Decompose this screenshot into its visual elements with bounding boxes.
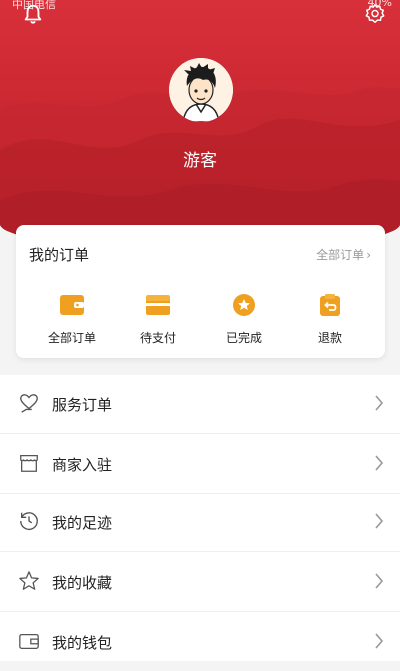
bell-icon[interactable] bbox=[22, 2, 44, 26]
refund-icon bbox=[320, 294, 340, 316]
order-pending-button[interactable]: 待支付 bbox=[118, 293, 198, 346]
chevron-right-icon bbox=[375, 633, 384, 649]
pending-payment-icon bbox=[146, 295, 170, 315]
history-clock-icon bbox=[20, 512, 38, 531]
menu-label: 我的收藏 bbox=[52, 574, 113, 592]
menu-label: 我的钱包 bbox=[52, 634, 113, 652]
chevron-right-icon bbox=[375, 395, 384, 411]
menu-item-favorites[interactable]: 我的收藏 bbox=[0, 553, 400, 612]
mountain-background bbox=[0, 87, 400, 250]
all-orders-link-label: 全部订单 bbox=[316, 248, 365, 262]
order-completed-button[interactable]: 已完成 bbox=[204, 293, 284, 346]
status-bar: 中国电信 40% bbox=[0, 0, 400, 16]
profile-header: 中国电信 40% 游客 bbox=[0, 0, 400, 250]
chevron-right-icon: › bbox=[366, 248, 371, 262]
settings-gear-icon[interactable] bbox=[364, 2, 386, 26]
menu-item-service-orders[interactable]: 服务订单 bbox=[0, 375, 400, 434]
chevron-right-icon bbox=[375, 455, 384, 471]
avatar-illustration bbox=[169, 58, 233, 122]
chevron-right-icon bbox=[375, 573, 384, 589]
user-name: 游客 bbox=[183, 151, 217, 171]
menu-item-merchant-join[interactable]: 商家入驻 bbox=[0, 435, 400, 494]
order-all-label: 全部订单 bbox=[47, 331, 96, 345]
star-icon bbox=[19, 571, 39, 590]
menu-item-wallet[interactable]: 我的钱包 bbox=[0, 613, 400, 671]
completed-icon bbox=[233, 294, 255, 316]
all-orders-link[interactable]: 全部订单 › bbox=[316, 246, 371, 263]
menu-list: 服务订单 商家入驻 我的足迹 我的收藏 我的钱包 bbox=[0, 375, 400, 661]
order-refund-label: 退款 bbox=[317, 331, 342, 345]
order-refund-button[interactable]: 退款 bbox=[290, 293, 370, 346]
order-all-button[interactable]: 全部订单 bbox=[32, 293, 112, 346]
menu-label: 商家入驻 bbox=[52, 456, 113, 474]
orders-card: 我的订单 全部订单 › 全部订单 待支付 已完成 退款 bbox=[16, 225, 385, 358]
service-heart-icon bbox=[20, 394, 38, 413]
menu-label: 服务订单 bbox=[52, 396, 113, 414]
menu-label: 我的足迹 bbox=[52, 514, 113, 532]
wallet-icon bbox=[60, 295, 84, 315]
order-completed-label: 已完成 bbox=[225, 331, 262, 345]
avatar[interactable] bbox=[169, 58, 233, 122]
store-icon bbox=[20, 455, 38, 472]
order-pending-label: 待支付 bbox=[139, 331, 176, 345]
orders-title: 我的订单 bbox=[29, 246, 90, 264]
chevron-right-icon bbox=[375, 513, 384, 529]
menu-item-footprints[interactable]: 我的足迹 bbox=[0, 493, 400, 552]
wallet-outline-icon bbox=[19, 633, 39, 649]
